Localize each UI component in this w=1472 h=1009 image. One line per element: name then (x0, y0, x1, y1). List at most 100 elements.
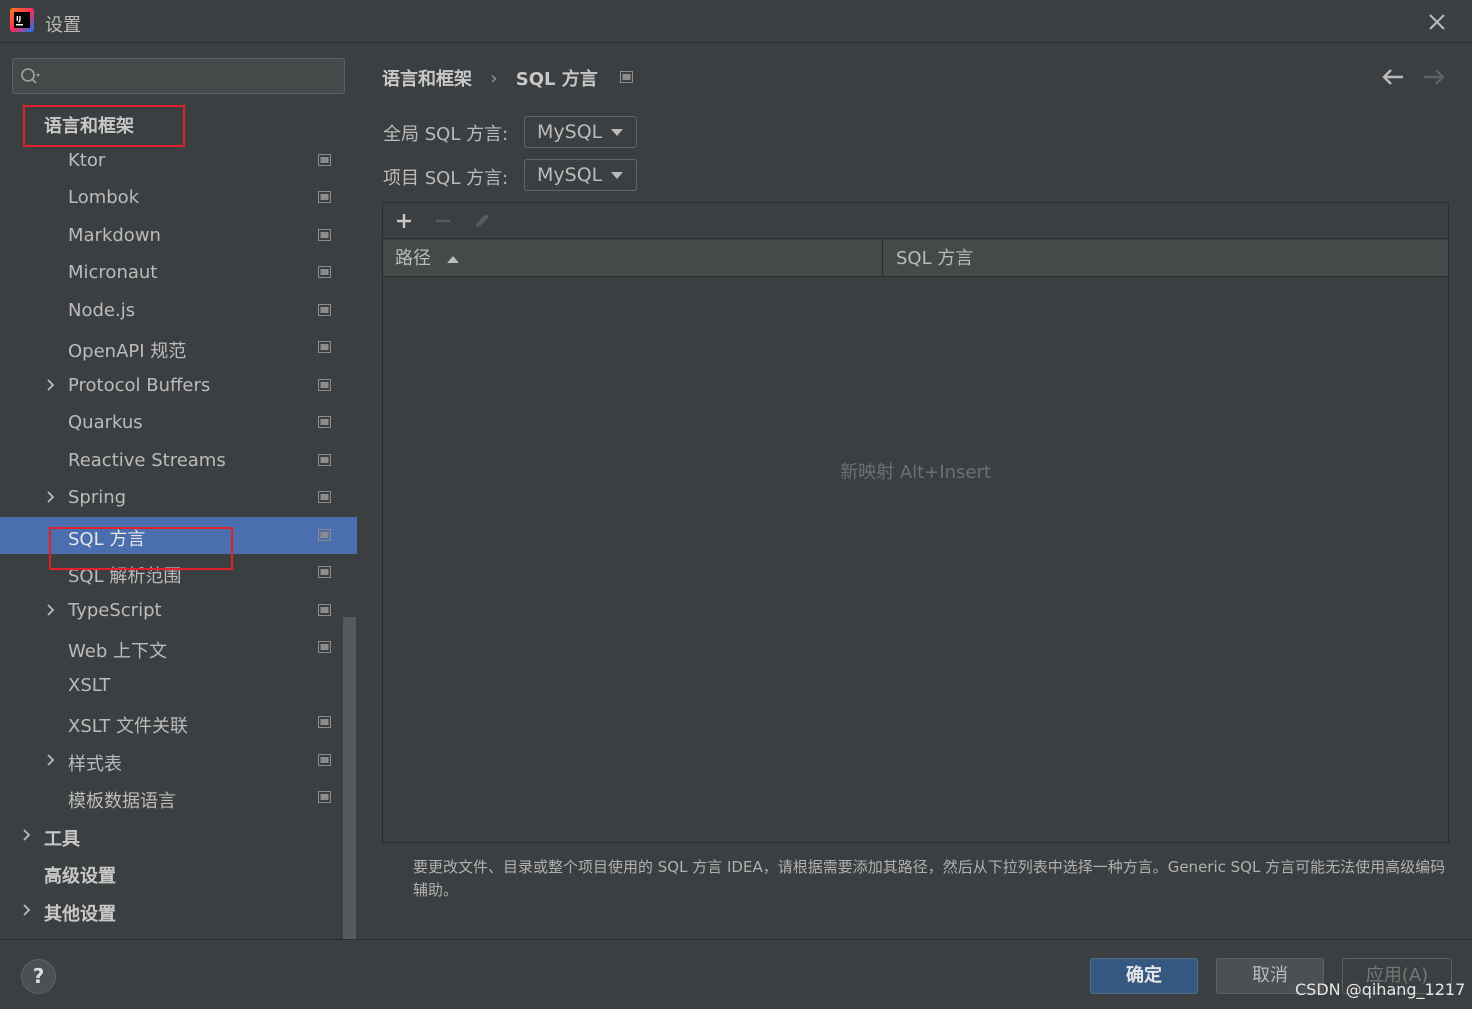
search-box[interactable] (12, 58, 345, 94)
watermark-text: CSDN @qihang_1217 (1295, 980, 1466, 999)
back-arrow-icon[interactable] (1380, 66, 1406, 88)
project-scope-icon (318, 791, 331, 803)
project-scope-icon (318, 266, 331, 278)
project-dialect-value: MySQL (537, 164, 603, 186)
sidebar-item-markdown[interactable]: Markdown (0, 217, 343, 255)
project-scope-icon (318, 378, 331, 391)
sidebar-item-label: SQL 方言 (68, 528, 146, 550)
breadcrumb: 语言和框架 › SQL 方言 (382, 65, 634, 91)
sidebar-item-sql-解析范围[interactable]: SQL 解析范围 (0, 554, 343, 592)
chevron-right-icon[interactable] (20, 825, 34, 845)
sidebar-item-高级设置[interactable]: 高级设置 (0, 854, 343, 892)
chevron-right-icon[interactable] (44, 750, 58, 770)
sidebar-item-node-js[interactable]: Node.js (0, 292, 343, 330)
project-scope-icon (318, 716, 331, 728)
sidebar-item-label: Reactive Streams (68, 449, 226, 471)
sidebar-item-label: Protocol Buffers (68, 374, 211, 396)
sidebar-item-label: Web 上下文 (68, 641, 167, 662)
search-input[interactable] (45, 63, 335, 89)
sidebar-item-label: Micronaut (68, 262, 158, 283)
project-scope-icon (318, 416, 331, 428)
sidebar-item-label: 工具 (44, 828, 80, 850)
table-toolbar (383, 203, 1448, 239)
sidebar-item-sql-方言[interactable]: SQL 方言 (0, 516, 357, 554)
search-icon (21, 68, 40, 84)
empty-table-hint[interactable]: 新映射 Alt+Insert (383, 458, 1448, 484)
sidebar-item-label: 其他设置 (44, 903, 116, 925)
sidebar-item-lombok[interactable]: Lombok (0, 179, 343, 217)
settings-sidebar: 语言和框架 Ktor Lombok Markdown Micronaut Node.js O… (0, 44, 357, 982)
column-header-dialect[interactable]: SQL 方言 (884, 240, 1448, 277)
close-icon[interactable] (1423, 8, 1451, 36)
sidebar-item-label: TypeScript (68, 599, 162, 621)
column-header-path-label: 路径 (395, 248, 431, 269)
project-scope-icon (318, 528, 331, 541)
project-scope-icon (318, 603, 331, 616)
chevron-right-icon[interactable] (44, 487, 58, 507)
chevron-right-icon[interactable] (44, 600, 58, 620)
project-scope-icon (318, 303, 331, 316)
sidebar-item-micronaut[interactable]: Micronaut (0, 254, 343, 292)
project-dialect-select[interactable]: MySQL (524, 159, 637, 191)
edit-icon (476, 214, 489, 227)
project-scope-icon (318, 191, 331, 203)
sidebar-item-工具[interactable]: 工具 (0, 817, 343, 855)
sidebar-item-label: 样式表 (68, 753, 122, 775)
project-scope-icon (318, 566, 331, 578)
sidebar-item-xslt-文件关联[interactable]: XSLT 文件关联 (0, 704, 343, 742)
sidebar-item-ktor[interactable]: Ktor (0, 142, 343, 180)
project-scope-icon (318, 491, 331, 503)
sidebar-item-样式表[interactable]: 样式表 (0, 742, 343, 780)
sidebar-item-spring[interactable]: Spring (0, 479, 343, 517)
chevron-right-icon[interactable] (20, 900, 34, 920)
sidebar-item-其他设置[interactable]: 其他设置 (0, 892, 343, 930)
svg-text:IJ: IJ (16, 15, 21, 23)
chevron-right-icon[interactable] (44, 375, 58, 395)
sidebar-item-quarkus[interactable]: Quarkus (0, 404, 343, 442)
title-bar: IJ 设置 (0, 0, 1472, 43)
forward-arrow-icon (1424, 69, 1445, 85)
breadcrumb-current: SQL 方言 (515, 69, 598, 90)
sidebar-item-xslt[interactable]: XSLT (0, 667, 343, 705)
intellij-logo-icon: IJ (10, 8, 34, 32)
global-dialect-label: 全局 SQL 方言: (383, 124, 509, 145)
window-title: 设置 (45, 15, 81, 36)
sidebar-item-label: XSLT 文件关联 (68, 716, 189, 737)
global-dialect-value: MySQL (537, 121, 603, 143)
remove-icon (436, 219, 450, 223)
sidebar-item-label: OpenAPI 规范 (68, 341, 187, 362)
sidebar-item-reactive-streams[interactable]: Reactive Streams (0, 442, 343, 480)
help-button[interactable]: ? (21, 959, 56, 994)
table-header: 路径 SQL 方言 (383, 240, 1448, 277)
sidebar-item-label: 模板数据语言 (68, 791, 176, 812)
sidebar-item-typescript[interactable]: TypeScript (0, 592, 343, 630)
sidebar-item-openapi-规范[interactable]: OpenAPI 规范 (0, 329, 343, 367)
sidebar-item-模板数据语言[interactable]: 模板数据语言 (0, 779, 343, 817)
chevron-down-icon (611, 172, 623, 179)
global-dialect-select[interactable]: MySQL (524, 116, 637, 148)
ok-button[interactable]: 确定 (1090, 958, 1198, 994)
breadcrumb-parent[interactable]: 语言和框架 (382, 65, 472, 91)
add-icon[interactable] (394, 211, 414, 231)
project-scope-icon (318, 641, 331, 653)
sidebar-item-protocol-buffers[interactable]: Protocol Buffers (0, 367, 343, 405)
sidebar-item-label: 语言和框架 (44, 116, 134, 137)
column-header-dialect-label: SQL 方言 (896, 248, 974, 269)
sidebar-item-label: Markdown (68, 224, 161, 246)
mapping-table-panel: 路径 SQL 方言 新映射 Alt+Insert (382, 202, 1449, 843)
project-scope-icon (318, 341, 331, 353)
column-header-path[interactable]: 路径 (383, 240, 883, 277)
main-panel: 语言和框架 › SQL 方言 全局 SQL 方言: MySQL 项目 SQL 方… (358, 44, 1472, 939)
sidebar-item-语言和框架[interactable]: 语言和框架 (0, 104, 343, 142)
sidebar-item-label: Ktor (68, 149, 106, 171)
help-description: 要更改文件、目录或整个项目使用的 SQL 方言 IDEA，请根据需要添加其路径，… (413, 858, 1446, 899)
project-scope-icon (318, 753, 331, 766)
table-body[interactable]: 新映射 Alt+Insert (383, 278, 1448, 842)
sidebar-scrollbar[interactable] (343, 617, 356, 982)
breadcrumb-separator: › (490, 67, 498, 89)
project-scope-icon (318, 153, 331, 166)
sidebar-item-label: Spring (68, 487, 127, 508)
sidebar-item-web-上下文[interactable]: Web 上下文 (0, 629, 343, 667)
chevron-down-icon (611, 129, 623, 136)
dialog-footer: ? 确定 取消 应用(A) CSDN @qihang_1217 (0, 939, 1472, 1009)
